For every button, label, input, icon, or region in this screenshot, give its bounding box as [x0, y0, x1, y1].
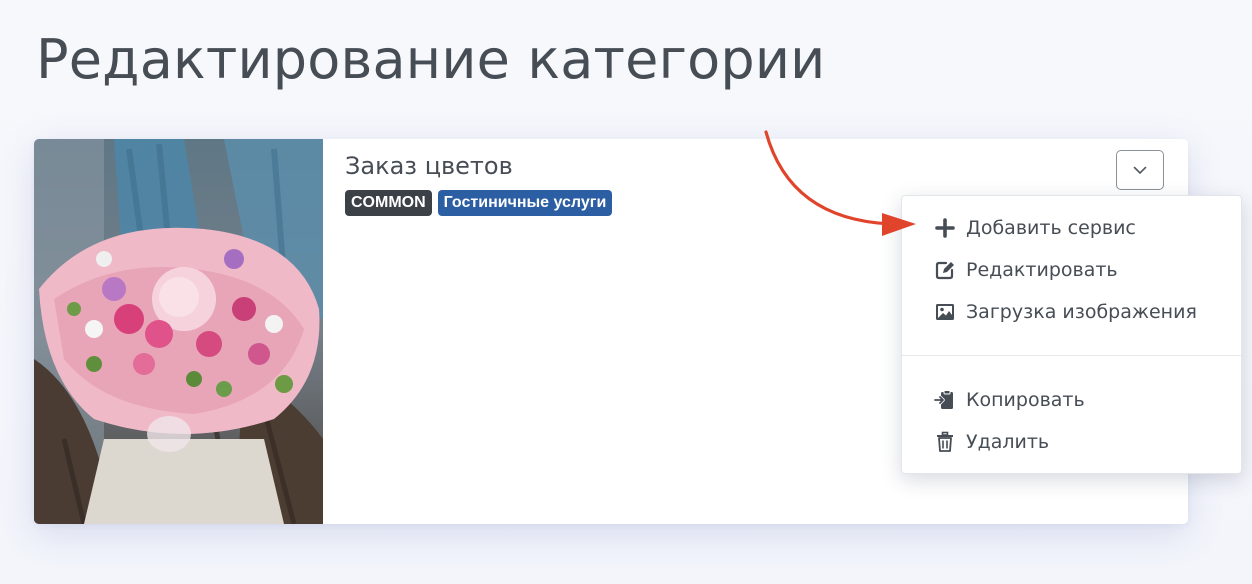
menu-item-label: Добавить сервис: [966, 217, 1136, 239]
category-image: [34, 139, 323, 524]
image-icon: [936, 304, 954, 320]
badge-common: COMMON: [345, 190, 432, 216]
menu-item-edit[interactable]: Редактировать: [902, 249, 1241, 291]
page-title: Редактирование категории: [36, 28, 826, 91]
edit-icon: [935, 261, 954, 280]
menu-item-upload-image[interactable]: Загрузка изображения: [902, 291, 1241, 333]
actions-dropdown-button[interactable]: [1116, 150, 1164, 190]
menu-item-add-service[interactable]: Добавить сервис: [902, 207, 1241, 249]
menu-item-label: Редактировать: [966, 259, 1118, 281]
actions-dropdown-menu: Добавить сервис Редактировать Загрузка и…: [901, 195, 1242, 474]
menu-item-label: Копировать: [966, 389, 1085, 411]
badge-hotel-services: Гостиничные услуги: [437, 190, 613, 216]
menu-divider: [902, 355, 1241, 356]
menu-item-copy[interactable]: Копировать: [902, 379, 1241, 421]
annotation-arrow: [764, 130, 916, 236]
copy-icon: [934, 390, 953, 409]
category-name: Заказ цветов: [345, 152, 513, 180]
trash-icon: [937, 431, 953, 452]
chevron-down-icon: [1133, 166, 1147, 174]
menu-item-delete[interactable]: Удалить: [902, 421, 1241, 463]
menu-item-label: Загрузка изображения: [966, 301, 1197, 323]
badge-group: COMMON Гостиничные услуги: [345, 190, 613, 216]
menu-item-label: Удалить: [966, 431, 1050, 453]
